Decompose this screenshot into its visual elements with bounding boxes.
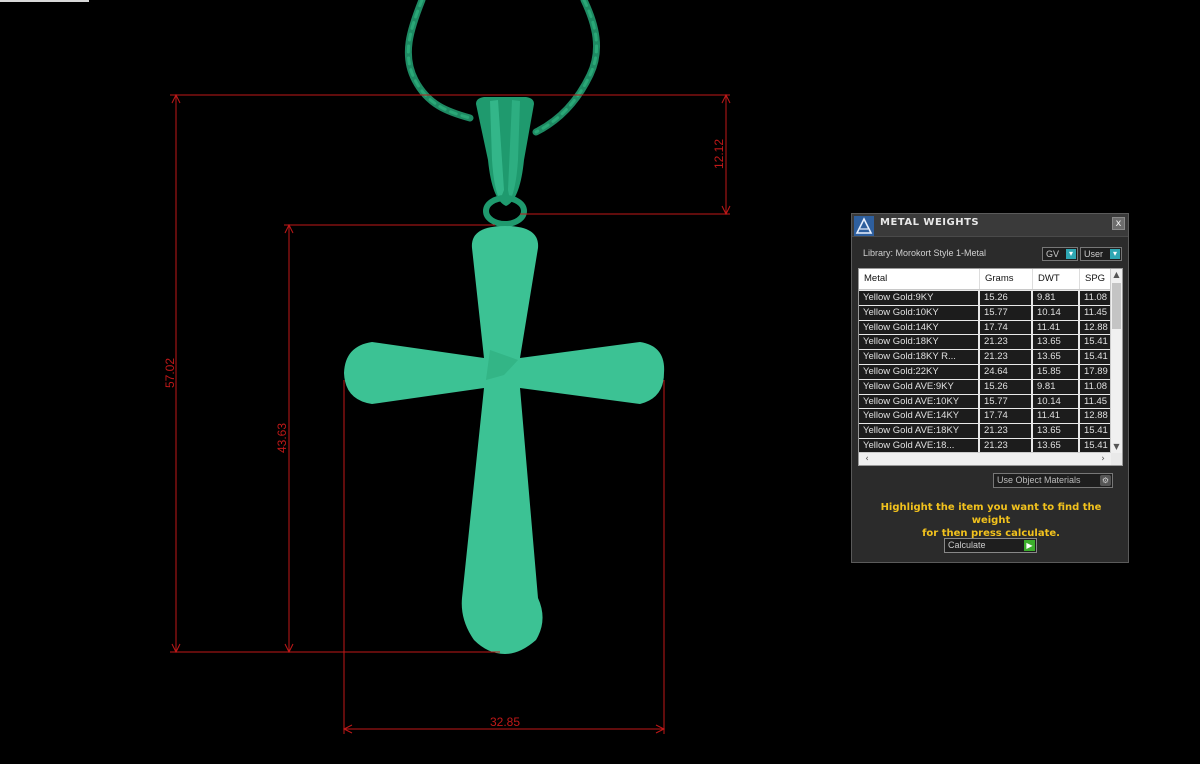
unit-dropdown[interactable]: GV ▾ (1042, 247, 1078, 261)
dimension-lines (170, 93, 731, 734)
table-cell: 15.41 (1080, 350, 1111, 364)
table-cell: 15.41 (1080, 335, 1111, 350)
table-cell: Yellow Gold:9KY (859, 291, 978, 305)
table-cell: 11.41 (1033, 320, 1078, 335)
vertical-scrollbar[interactable]: ▲ ▼ (1110, 269, 1122, 453)
table-cell: 15.41 (1080, 424, 1111, 438)
table-cell: Yellow Gold:14KY (859, 320, 978, 335)
table-body: Yellow Gold:9KY 15.26 9.81 11.08 Yellow Gold… (859, 291, 1111, 454)
table-cell: 17.89 (1080, 364, 1111, 379)
table-row[interactable]: Yellow Gold:14KY 17.74 11.41 12.88 (859, 320, 1111, 336)
table-cell: 12.88 (1080, 320, 1111, 335)
dim-bail-label: 12.12 (712, 139, 726, 169)
table-cell: 11.45 (1080, 305, 1111, 320)
table-row[interactable]: Yellow Gold AVE:14KY 17.74 11.41 12.88 (859, 409, 1111, 424)
dim-cross-height-label: 43.63 (275, 423, 289, 453)
table-cell: 11.08 (1080, 291, 1111, 305)
instruction-text: Highlight the item you want to find the … (860, 501, 1122, 540)
dropdown-arrow-icon: ▾ (1066, 249, 1076, 259)
table-cell: 15.85 (1033, 364, 1078, 379)
scroll-up-icon[interactable]: ▲ (1111, 269, 1122, 281)
column-header-spg[interactable]: SPG (1080, 269, 1111, 289)
table-cell: 21.23 (980, 424, 1031, 438)
unit-dropdown-value: GV (1046, 249, 1060, 259)
dim-width-label: 32.85 (490, 715, 520, 729)
table-cell: 13.65 (1033, 424, 1078, 438)
bail (476, 97, 534, 227)
table-cell: Yellow Gold:22KY (859, 364, 978, 379)
table-cell: Yellow Gold AVE:18... (859, 438, 978, 453)
scroll-right-icon[interactable]: › (1097, 453, 1109, 465)
table-row[interactable]: Yellow Gold:10KY 15.77 10.14 11.45 (859, 305, 1111, 321)
table-cell: 12.88 (1080, 409, 1111, 424)
table-cell: Yellow Gold AVE:9KY (859, 379, 978, 394)
metal-weights-panel: METAL WEIGHTS x Library: Morokort Style … (851, 213, 1129, 563)
table-cell: 15.26 (980, 379, 1031, 394)
cross-pendant (344, 226, 665, 654)
table-cell: 9.81 (1033, 379, 1078, 394)
table-cell: Yellow Gold AVE:10KY (859, 394, 978, 409)
dropdown-arrow-icon: ▾ (1110, 249, 1120, 259)
user-dropdown-value: User (1084, 249, 1104, 259)
table-cell: 13.65 (1033, 335, 1078, 350)
table-cell: 17.74 (980, 320, 1031, 335)
table-header: Metal Grams DWT SPG (859, 269, 1111, 290)
table-cell: 15.77 (980, 394, 1031, 409)
column-header-metal[interactable]: Metal (859, 269, 980, 289)
table-row[interactable]: Yellow Gold AVE:10KY 15.77 10.14 11.45 (859, 394, 1111, 410)
table-row[interactable]: Yellow Gold:22KY 24.64 15.85 17.89 (859, 364, 1111, 380)
table-cell: Yellow Gold:10KY (859, 305, 978, 320)
table-cell: 13.65 (1033, 438, 1078, 453)
table-cell: Yellow Gold:18KY R... (859, 350, 978, 364)
panel-titlebar[interactable]: METAL WEIGHTS x (852, 214, 1128, 237)
table-row[interactable]: Yellow Gold AVE:9KY 15.26 9.81 11.08 (859, 379, 1111, 395)
table-cell: 10.14 (1033, 305, 1078, 320)
use-object-materials-dropdown[interactable]: Use Object Materials ⚙ (993, 473, 1113, 488)
table-cell: 21.23 (980, 350, 1031, 364)
app-logo-icon (854, 216, 874, 236)
table-cell: 17.74 (980, 409, 1031, 424)
horizontal-scrollbar[interactable]: ‹ › (859, 452, 1111, 465)
table-cell: Yellow Gold:18KY (859, 335, 978, 350)
calculate-button[interactable]: Calculate ▶ (944, 538, 1037, 553)
table-cell: 24.64 (980, 364, 1031, 379)
metal-table[interactable]: Metal Grams DWT SPG Yellow Gold:9KY 15.26… (858, 268, 1123, 466)
table-row[interactable]: Yellow Gold:9KY 15.26 9.81 11.08 (859, 291, 1111, 306)
table-cell: Yellow Gold AVE:18KY (859, 424, 978, 438)
dim-height-label: 57.02 (163, 358, 177, 388)
table-row[interactable]: Yellow Gold:18KY R... 21.23 13.65 15.41 (859, 350, 1111, 365)
use-object-materials-label: Use Object Materials (997, 475, 1081, 485)
scroll-thumb[interactable] (1112, 283, 1121, 329)
column-header-dwt[interactable]: DWT (1033, 269, 1080, 289)
table-cell: 15.41 (1080, 438, 1111, 453)
close-button[interactable]: x (1112, 217, 1125, 230)
table-cell: Yellow Gold AVE:14KY (859, 409, 978, 424)
library-label: Library: Morokort Style 1-Metal (863, 248, 987, 258)
table-cell: 11.08 (1080, 379, 1111, 394)
gear-icon: ⚙ (1100, 475, 1111, 486)
panel-title: METAL WEIGHTS (880, 217, 980, 228)
table-cell: 9.81 (1033, 291, 1078, 305)
table-cell: 15.26 (980, 291, 1031, 305)
table-cell: 15.77 (980, 305, 1031, 320)
scroll-down-icon[interactable]: ▼ (1111, 441, 1122, 453)
instruction-line-1: Highlight the item you want to find the … (880, 502, 1102, 526)
table-row[interactable]: Yellow Gold AVE:18KY 21.23 13.65 15.41 (859, 424, 1111, 439)
scroll-left-icon[interactable]: ‹ (861, 453, 873, 465)
column-header-grams[interactable]: Grams (980, 269, 1033, 289)
user-dropdown[interactable]: User ▾ (1080, 247, 1122, 261)
table-cell: 11.41 (1033, 409, 1078, 424)
calculate-label: Calculate (948, 540, 986, 550)
table-cell: 11.45 (1080, 394, 1111, 409)
table-cell: 21.23 (980, 335, 1031, 350)
table-cell: 21.23 (980, 438, 1031, 453)
table-row[interactable]: Yellow Gold:18KY 21.23 13.65 15.41 (859, 335, 1111, 350)
table-cell: 10.14 (1033, 394, 1078, 409)
play-icon: ▶ (1024, 540, 1035, 551)
table-cell: 13.65 (1033, 350, 1078, 364)
